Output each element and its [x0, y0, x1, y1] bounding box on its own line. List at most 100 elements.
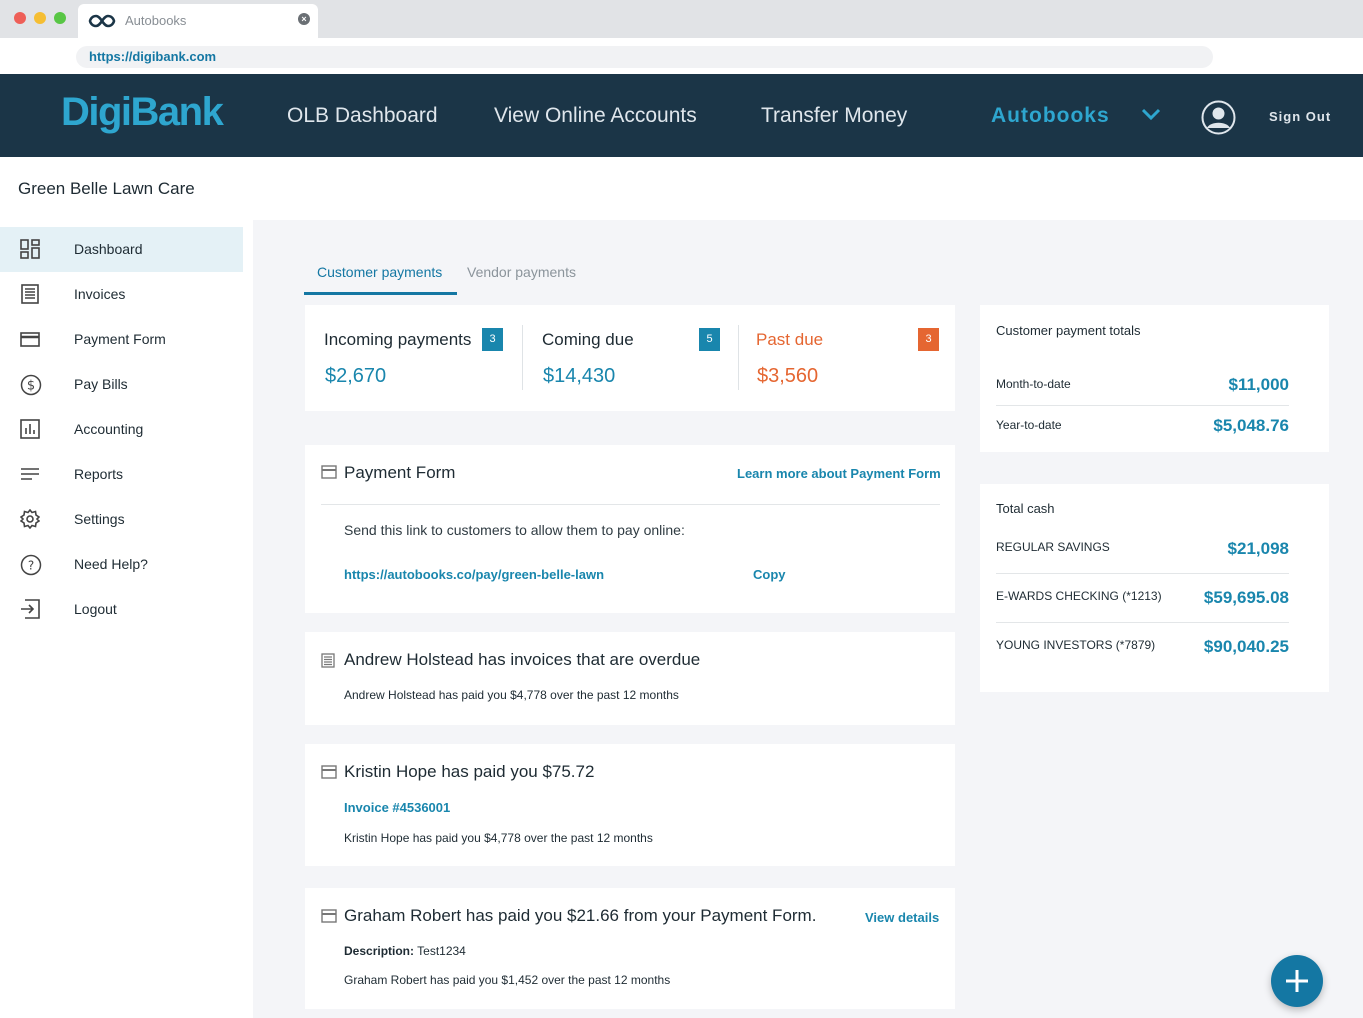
sidebar-item-label: Reports — [74, 466, 124, 482]
divider — [996, 573, 1289, 574]
form-payment-detail: Graham Robert has paid you $1,452 over t… — [344, 973, 671, 987]
address-bar-row: https://digibank.com — [0, 38, 1363, 74]
payment-received-title: Kristin Hope has paid you $75.72 — [344, 762, 595, 781]
incoming-payments-count-badge: 3 — [482, 328, 503, 351]
browser-tab-title: Autobooks — [125, 13, 187, 28]
sidebar-item-label: Settings — [74, 511, 125, 527]
sidebar-item-need-help[interactable]: ? Need Help? — [0, 542, 243, 587]
minimize-window-button[interactable] — [34, 12, 46, 24]
coming-due-stat[interactable]: Coming due 5 $14,430 — [522, 305, 738, 411]
view-details-link[interactable]: View details — [865, 910, 939, 925]
sidebar-item-reports[interactable]: Reports — [0, 452, 243, 497]
sidebar-item-accounting[interactable]: Accounting — [0, 407, 243, 452]
form-payment-title: Graham Robert has paid you $21.66 from y… — [344, 906, 817, 925]
chart-icon — [20, 419, 40, 439]
chevron-down-icon[interactable] — [1140, 106, 1162, 127]
total-cash-title: Total cash — [996, 501, 1055, 516]
divider — [996, 622, 1289, 623]
sidebar-item-label: Dashboard — [74, 241, 143, 257]
payment-received-card: Kristin Hope has paid you $75.72 Invoice… — [305, 744, 955, 866]
customer-payment-totals-card: Customer payment totals Month-to-date $1… — [980, 305, 1329, 452]
invoice-link[interactable]: Invoice #4536001 — [344, 800, 450, 815]
payment-form-title: Payment Form — [344, 463, 456, 482]
active-tab-indicator — [304, 292, 457, 295]
sidebar-item-invoices[interactable]: Invoices — [0, 272, 243, 317]
sidebar-item-label: Need Help? — [74, 556, 148, 572]
address-bar[interactable]: https://digibank.com — [76, 46, 1213, 68]
sidebar-item-settings[interactable]: Settings — [0, 497, 243, 542]
dashboard-icon — [20, 239, 40, 259]
main-content: Customer payments Vendor payments Incomi… — [253, 220, 1363, 1018]
nav-transfer-money[interactable]: Transfer Money — [761, 104, 907, 128]
logout-icon — [20, 599, 40, 619]
payment-received-detail: Kristin Hope has paid you $4,778 over th… — [344, 831, 653, 845]
plus-icon — [1286, 970, 1308, 992]
overdue-invoices-card[interactable]: Andrew Holstead has invoices that are ov… — [305, 632, 955, 725]
sidebar-item-dashboard[interactable]: Dashboard — [0, 227, 243, 272]
invoice-icon — [20, 284, 40, 304]
total-cash-card: Total cash REGULAR SAVINGS $21,098 E-WAR… — [980, 484, 1329, 692]
account-balance: $59,695.08 — [1203, 588, 1289, 607]
incoming-payments-label: Incoming payments — [324, 330, 472, 349]
overdue-detail: Andrew Holstead has paid you $4,778 over… — [344, 688, 679, 702]
description-label: Description: — [344, 944, 415, 958]
incoming-payments-stat[interactable]: Incoming payments 3 $2,670 — [305, 305, 522, 411]
close-tab-icon[interactable]: × — [298, 13, 310, 25]
svg-text:$: $ — [27, 379, 35, 394]
card-icon — [20, 329, 40, 349]
card-icon — [321, 909, 337, 923]
overdue-title: Andrew Holstead has invoices that are ov… — [344, 650, 701, 669]
sidebar-item-label: Logout — [74, 601, 117, 617]
brand-logo[interactable]: DigiBank — [61, 90, 224, 135]
past-due-stat[interactable]: Past due 3 $3,560 — [738, 305, 955, 411]
browser-tab[interactable]: Autobooks × — [78, 4, 318, 38]
sidebar-item-payment-form[interactable]: Payment Form — [0, 317, 243, 362]
gear-icon — [19, 508, 41, 530]
svg-text:?: ? — [28, 559, 34, 573]
tab-customer-payments[interactable]: Customer payments — [317, 264, 442, 280]
past-due-label: Past due — [756, 330, 824, 349]
form-payment-card: Graham Robert has paid you $21.66 from y… — [305, 888, 955, 1009]
sidebar-item-label: Pay Bills — [74, 376, 128, 392]
user-avatar-icon[interactable] — [1201, 100, 1236, 140]
sidebar-item-label: Invoices — [74, 286, 126, 302]
divider — [321, 504, 940, 505]
card-icon — [321, 465, 337, 479]
maximize-window-button[interactable] — [54, 12, 66, 24]
account-name: REGULAR SAVINGS — [996, 540, 1110, 554]
account-name: YOUNG INVESTORS (*7879) — [996, 638, 1156, 652]
lines-icon — [20, 464, 40, 484]
coming-due-count-badge: 5 — [699, 328, 720, 351]
invoice-icon — [321, 653, 337, 668]
account-balance: $90,040.25 — [1203, 637, 1289, 656]
payment-form-instructions: Send this link to customers to allow the… — [344, 522, 685, 538]
add-button[interactable] — [1271, 955, 1323, 1007]
nav-olb-dashboard[interactable]: OLB Dashboard — [287, 104, 438, 128]
past-due-amount: $3,560 — [757, 365, 819, 387]
payment-form-link[interactable]: https://autobooks.co/pay/green-belle-law… — [344, 567, 604, 582]
incoming-payments-amount: $2,670 — [325, 365, 387, 387]
divider — [996, 405, 1289, 406]
card-icon — [321, 765, 337, 779]
copy-link-button[interactable]: Copy — [753, 567, 786, 582]
sidebar-item-pay-bills[interactable]: $ Pay Bills — [0, 362, 243, 407]
tab-vendor-payments[interactable]: Vendor payments — [467, 264, 576, 280]
description-value: Test1234 — [417, 944, 466, 958]
sign-out-button[interactable]: Sign Out — [1269, 109, 1331, 124]
learn-more-link[interactable]: Learn more about Payment Form — [737, 466, 941, 481]
url-text: https://digibank.com — [89, 49, 217, 64]
sidebar: Dashboard Invoices Payment Form $ Pay Bi… — [0, 220, 253, 1018]
app-header: DigiBank OLB Dashboard View Online Accou… — [0, 74, 1363, 157]
nav-view-online-accounts[interactable]: View Online Accounts — [494, 104, 697, 128]
month-to-date-label: Month-to-date — [996, 377, 1071, 391]
past-due-count-badge: 3 — [918, 328, 939, 351]
close-window-button[interactable] — [14, 12, 26, 24]
year-to-date-value: $5,048.76 — [1213, 416, 1289, 435]
year-to-date-label: Year-to-date — [996, 418, 1062, 432]
nav-autobooks[interactable]: Autobooks — [991, 104, 1110, 128]
account-name: E-WARDS CHECKING (*1213) — [996, 589, 1162, 603]
sidebar-item-logout[interactable]: Logout — [0, 587, 243, 632]
account-balance: $21,098 — [1227, 539, 1289, 558]
sidebar-item-label: Accounting — [74, 421, 144, 437]
autobooks-logo-icon — [88, 13, 116, 34]
